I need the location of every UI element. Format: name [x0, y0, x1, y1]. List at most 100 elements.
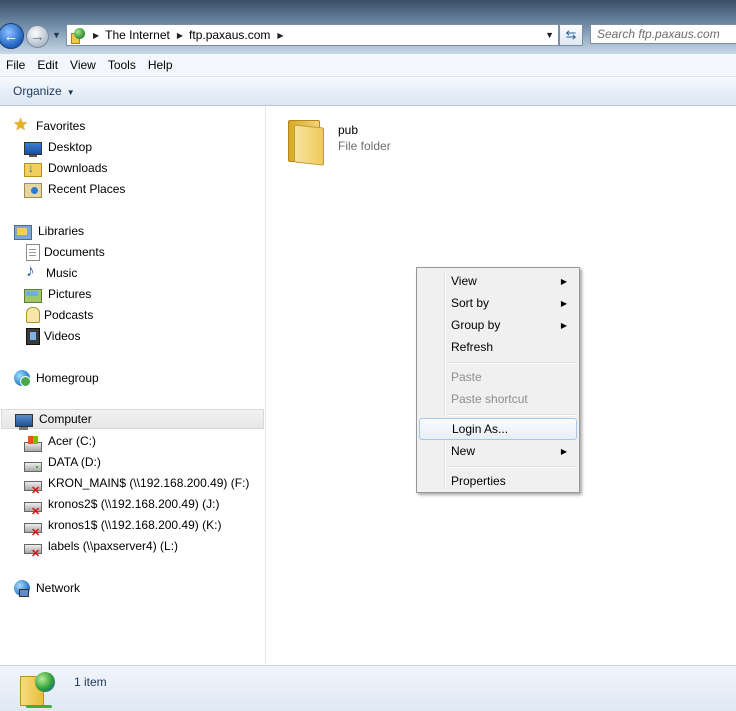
homegroup-icon: [14, 370, 31, 387]
forward-button[interactable]: →: [26, 25, 49, 48]
nav-libraries-label: Libraries: [38, 224, 85, 238]
menu-item-label: Refresh: [451, 340, 494, 354]
nav-item-recent-places[interactable]: Recent Places: [24, 179, 125, 199]
nav-item-drive-j[interactable]: kronos2$ (\\192.168.200.49) (J:): [24, 494, 220, 518]
organize-label: Organize: [13, 84, 62, 98]
nav-item-label: DATA (D:): [48, 455, 101, 469]
nav-item-drive-c[interactable]: Acer (C:): [24, 431, 96, 452]
downloads-folder-icon: [24, 161, 42, 177]
menu-item-label: View: [451, 274, 477, 288]
disconnected-network-drive-icon: [24, 481, 42, 497]
videos-icon: [26, 327, 40, 345]
folder-name: pub: [338, 123, 359, 137]
nav-homegroup-label: Homegroup: [36, 371, 99, 385]
submenu-arrow-icon: ▶: [560, 320, 567, 330]
nav-favorites[interactable]: Favorites: [13, 115, 86, 136]
context-menu-new[interactable]: New ▶: [419, 440, 577, 462]
disconnected-network-drive-icon: [24, 544, 42, 560]
recent-pages-dropdown[interactable]: ▼: [52, 30, 61, 40]
network-icon: [14, 580, 30, 597]
search-input[interactable]: Search ftp.paxaus.com: [590, 24, 736, 44]
nav-item-label: Music: [46, 266, 78, 280]
menu-view[interactable]: View: [64, 58, 102, 72]
nav-network[interactable]: Network: [14, 578, 80, 598]
nav-item-desktop[interactable]: Desktop: [24, 137, 92, 157]
nav-item-label: kronos2$ (\\192.168.200.49) (J:): [48, 497, 220, 511]
context-menu-paste-shortcut[interactable]: Paste shortcut: [419, 388, 577, 410]
menu-tools[interactable]: Tools: [102, 58, 142, 72]
nav-item-label: KRON_MAIN$ (\\192.168.200.49) (F:): [48, 476, 250, 490]
nav-item-label: Videos: [44, 329, 81, 343]
nav-computer[interactable]: Computer: [1, 409, 264, 430]
nav-item-podcasts[interactable]: Podcasts: [24, 305, 93, 325]
recent-places-icon: [24, 182, 42, 198]
back-arrow-icon: ←: [3, 27, 19, 45]
hard-drive-icon: [24, 462, 42, 472]
address-toolbar: ← → ▼ ▶ The Internet ▶ ftp.paxaus.com ▶ …: [0, 0, 736, 54]
menu-item-label: Paste: [451, 370, 482, 384]
menu-file[interactable]: File: [0, 58, 31, 72]
breadcrumb-chevron-icon[interactable]: ▶: [177, 31, 183, 40]
nav-item-drive-d[interactable]: DATA (D:): [24, 452, 101, 472]
item-count: 1 item: [74, 675, 107, 689]
ftp-site-icon: [70, 27, 86, 44]
menu-item-label: Sort by: [451, 296, 490, 310]
breadcrumb-ftp-site[interactable]: ftp.paxaus.com: [189, 28, 270, 42]
search-placeholder: Search ftp.paxaus.com: [597, 27, 720, 41]
menu-separator: [447, 362, 575, 364]
star-icon: [13, 115, 30, 135]
menu-separator: [447, 414, 575, 416]
nav-item-videos[interactable]: Videos: [24, 326, 80, 346]
windows-drive-icon: [24, 436, 42, 452]
nav-item-downloads[interactable]: Downloads: [24, 158, 107, 178]
address-dropdown-icon[interactable]: ▼: [545, 30, 554, 40]
context-menu-login-as[interactable]: Login As...: [419, 418, 577, 440]
menu-help[interactable]: Help: [142, 58, 179, 72]
nav-item-label: Pictures: [48, 287, 92, 301]
forward-arrow-icon: →: [30, 28, 45, 45]
submenu-arrow-icon: ▶: [560, 276, 567, 286]
folder-type: File folder: [338, 139, 391, 153]
context-menu-refresh[interactable]: Refresh: [419, 336, 577, 358]
nav-item-pictures[interactable]: Pictures: [24, 284, 91, 304]
refresh-button[interactable]: ⇆: [559, 24, 583, 46]
navigation-pane: Favorites Desktop Downloads Recent Place…: [0, 106, 266, 664]
nav-item-label: Documents: [44, 245, 105, 259]
details-pane: 1 item: [0, 665, 736, 711]
organize-button[interactable]: Organize ▼: [13, 84, 75, 98]
folder-icon: [288, 120, 324, 166]
context-menu-sort-by[interactable]: Sort by ▶: [419, 292, 577, 314]
menu-item-label: Properties: [451, 474, 506, 488]
refresh-icon: ⇆: [565, 27, 577, 42]
nav-libraries[interactable]: Libraries: [14, 221, 84, 241]
chevron-down-icon: ▼: [66, 88, 75, 97]
nav-item-drive-k[interactable]: kronos1$ (\\192.168.200.49) (K:): [24, 515, 222, 539]
nav-homegroup[interactable]: Homegroup: [14, 368, 99, 388]
menu-item-label: Login As...: [452, 422, 509, 436]
context-menu-view[interactable]: View ▶: [419, 270, 577, 292]
address-bar[interactable]: ▶ The Internet ▶ ftp.paxaus.com ▶ ▼: [66, 24, 559, 46]
nav-item-label: Podcasts: [44, 308, 94, 322]
nav-computer-label: Computer: [39, 412, 92, 426]
menu-item-label: New: [451, 444, 476, 458]
nav-item-music[interactable]: Music: [24, 261, 78, 283]
folder-item[interactable]: pub File folder: [286, 114, 426, 166]
back-button[interactable]: ←: [0, 23, 24, 49]
documents-icon: [26, 243, 40, 261]
context-menu-group-by[interactable]: Group by ▶: [419, 314, 577, 336]
nav-item-drive-l[interactable]: labels (\\paxserver4) (L:): [24, 536, 178, 560]
breadcrumb-chevron-icon[interactable]: ▶: [93, 31, 99, 40]
breadcrumb-chevron-icon[interactable]: ▶: [277, 31, 283, 40]
breadcrumb-the-internet[interactable]: The Internet: [105, 28, 170, 42]
context-menu-properties[interactable]: Properties: [419, 470, 577, 492]
computer-icon: [15, 413, 33, 430]
menu-item-label: Group by: [451, 318, 501, 332]
nav-item-label: kronos1$ (\\192.168.200.49) (K:): [48, 518, 222, 532]
context-menu-paste[interactable]: Paste: [419, 366, 577, 388]
nav-item-drive-f[interactable]: KRON_MAIN$ (\\192.168.200.49) (F:): [24, 473, 250, 497]
menu-item-label: Paste shortcut: [451, 392, 528, 406]
menu-edit[interactable]: Edit: [31, 58, 64, 72]
nav-item-documents[interactable]: Documents: [24, 242, 105, 262]
submenu-arrow-icon: ▶: [560, 298, 567, 308]
nav-favorites-label: Favorites: [36, 119, 86, 133]
